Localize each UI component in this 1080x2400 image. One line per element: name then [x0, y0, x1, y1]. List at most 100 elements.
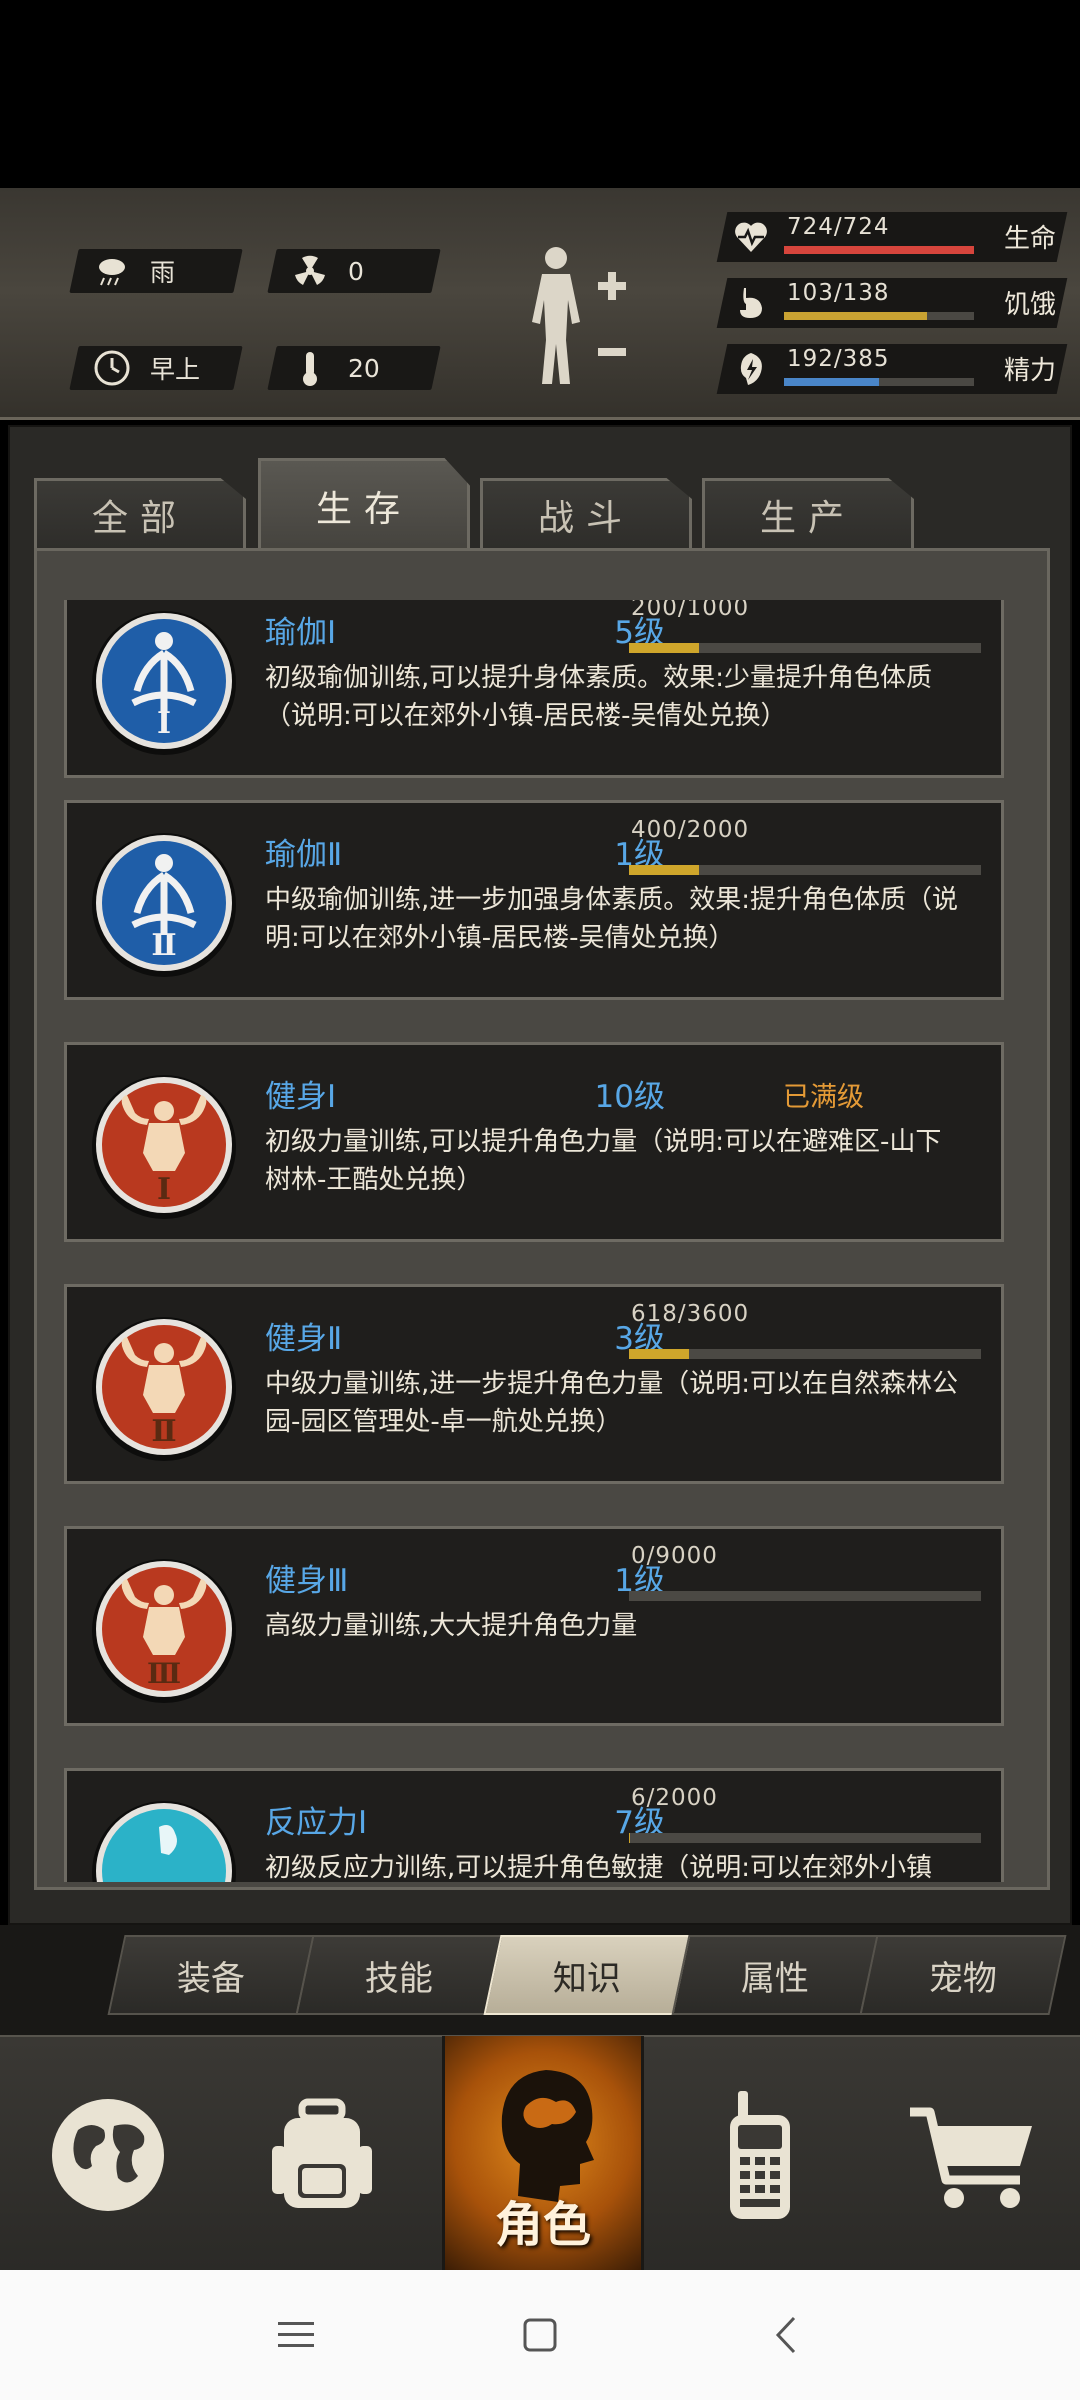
- health-bar: [784, 246, 974, 254]
- skill-description: 初级瑜伽训练,可以提升身体素质。效果:少量提升角色体质（说明:可以在郊外小镇-居…: [265, 663, 933, 731]
- skill-level: 10级: [594, 1079, 665, 1115]
- skill-description: 初级反应力训练,可以提升角色敏捷（说明:可以在郊外小镇: [265, 1853, 933, 1882]
- subtab-attributes-label: 属性: [741, 1958, 809, 1999]
- skill-xp-fill: [629, 865, 700, 875]
- health-bar-fill: [784, 246, 974, 254]
- tab-survival[interactable]: 生存: [258, 458, 470, 550]
- nav-radio-button[interactable]: [660, 2045, 860, 2265]
- hunger-bar: [784, 312, 974, 320]
- nav-character-label: 角色: [494, 2197, 591, 2253]
- hunger-value: 103/138: [787, 280, 890, 306]
- thermometer-icon: [290, 348, 330, 388]
- muscle-icon: Ⅱ: [89, 1309, 239, 1469]
- rain-icon: [92, 251, 132, 291]
- subtab-skills[interactable]: 技能: [295, 1935, 503, 2015]
- tab-production-label: 生产: [759, 497, 856, 539]
- stat-energy: 192/385 精力: [716, 344, 1068, 394]
- health-label: 生命: [1003, 224, 1056, 254]
- radiation-value: 0: [348, 256, 364, 286]
- weather-tag: 雨: [69, 249, 243, 293]
- body-figure-icon: [532, 247, 626, 384]
- time-value: 早上: [150, 355, 201, 384]
- skill-emblem-numeral: Ⅱ: [151, 928, 176, 963]
- hunger-label: 饥饿: [1003, 290, 1056, 320]
- subtab-knowledge[interactable]: 知识: [483, 1935, 691, 2015]
- skill-xp: 6/2000: [631, 1785, 718, 1811]
- skill-card[interactable]: 反应力Ⅰ 7级 6/2000 初级反应力训练,可以提升角色敏捷（说明:可以在郊外…: [64, 1768, 1004, 1882]
- tab-all[interactable]: 全部: [34, 478, 246, 548]
- clock-icon: [92, 348, 132, 388]
- skill-card[interactable]: Ⅱ 瑜伽Ⅱ 1级 400/2000 中级瑜伽训练,进一步加强身体素质。效果:提升…: [64, 800, 1004, 1000]
- subtab-knowledge-label: 知识: [553, 1958, 621, 1999]
- skill-xp: 200/1000: [631, 600, 750, 621]
- skill-emblem-numeral: Ⅰ: [157, 1172, 171, 1207]
- muscle-icon: Ⅲ: [89, 1551, 239, 1711]
- tab-combat[interactable]: 战斗: [480, 478, 692, 548]
- skill-name: 瑜伽Ⅱ: [265, 837, 343, 873]
- energy-value: 192/385: [787, 346, 890, 372]
- max-level-label: 已满级: [783, 1082, 864, 1113]
- globe-icon: [52, 2099, 164, 2211]
- skill-card[interactable]: Ⅲ 健身Ⅲ 1级 0/9000 高级力量训练,大大提升角色力量: [64, 1526, 1004, 1726]
- yoga-icon: Ⅱ: [89, 825, 239, 985]
- hunger-bar-fill: [784, 312, 927, 320]
- back-button[interactable]: [758, 2310, 818, 2360]
- yoga-icon: Ⅰ: [89, 603, 239, 763]
- stat-health: 724/724 生命: [716, 212, 1068, 262]
- stat-hunger: 103/138 饥饿: [716, 278, 1068, 328]
- nav-world-button[interactable]: [8, 2045, 208, 2265]
- health-value: 724/724: [787, 214, 890, 240]
- skill-xp-fill: [629, 643, 700, 653]
- energy-label: 精力: [1003, 356, 1056, 386]
- back-icon: [775, 2316, 796, 2354]
- subtab-equipment-label: 装备: [177, 1958, 245, 1999]
- tab-all-label: 全部: [91, 497, 188, 539]
- tab-combat-label: 战斗: [537, 497, 634, 539]
- skill-xp-fill: [629, 1349, 689, 1359]
- menu-icon: [278, 2322, 314, 2347]
- energy-icon: [732, 350, 770, 388]
- skill-name: 健身Ⅱ: [265, 1321, 343, 1357]
- heart-pulse-icon: [732, 218, 770, 256]
- skill-name: 反应力Ⅰ: [265, 1805, 368, 1841]
- skill-xp: 0/9000: [631, 1543, 718, 1569]
- backpack-icon: [272, 2098, 372, 2208]
- skill-xp-bar: [629, 1349, 981, 1359]
- skill-name: 健身Ⅰ: [265, 1079, 337, 1115]
- skill-emblem-numeral: Ⅲ: [147, 1657, 181, 1690]
- home-icon: [523, 2318, 557, 2352]
- skill-card[interactable]: Ⅱ 健身Ⅱ 3级 618/3600 中级力量训练,进一步提升角色力量（说明:可以…: [64, 1284, 1004, 1484]
- skill-emblem-numeral: Ⅰ: [157, 706, 171, 741]
- skill-description: 中级瑜伽训练,进一步加强身体素质。效果:提升角色体质（说明:可以在郊外小镇-居民…: [265, 885, 959, 953]
- skill-card[interactable]: Ⅰ 瑜伽Ⅰ 5级 200/1000 初级瑜伽训练,可以提升身体素质。效果:少量提…: [64, 600, 1004, 778]
- home-button[interactable]: [510, 2310, 570, 2360]
- skill-xp-bar: [629, 1591, 981, 1601]
- skill-description: 高级力量训练,大大提升角色力量: [265, 1611, 638, 1641]
- skill-card[interactable]: Ⅰ 健身Ⅰ 10级 已满级 初级力量训练,可以提升角色力量（说明:可以在避难区-…: [64, 1042, 1004, 1242]
- skill-list[interactable]: Ⅰ 瑜伽Ⅰ 5级 200/1000 初级瑜伽训练,可以提升身体素质。效果:少量提…: [64, 600, 1010, 1882]
- subtab-pets[interactable]: 宠物: [859, 1935, 1067, 2015]
- skill-xp-bar: [629, 643, 981, 653]
- body-status-button[interactable]: [522, 244, 632, 392]
- nav-shop-button[interactable]: [872, 2045, 1072, 2265]
- menu-button[interactable]: [266, 2310, 326, 2360]
- stomach-icon: [732, 284, 770, 322]
- skill-name: 健身Ⅲ: [265, 1563, 349, 1599]
- weather-value: 雨: [150, 258, 176, 287]
- subtab-equipment[interactable]: 装备: [107, 1935, 315, 2015]
- skill-xp-bar: [629, 865, 981, 875]
- temperature-tag: 20: [267, 346, 441, 390]
- subtab-attributes[interactable]: 属性: [671, 1935, 879, 2015]
- temperature-value: 20: [348, 353, 380, 383]
- radio-icon: [730, 2091, 790, 2219]
- energy-bar-fill: [784, 378, 879, 386]
- radiation-tag: 0: [267, 249, 441, 293]
- skill-name: 瑜伽Ⅰ: [265, 615, 337, 651]
- subtab-pets-label: 宠物: [929, 1958, 997, 1999]
- skill-xp-fill: [629, 1833, 631, 1843]
- tab-production[interactable]: 生产: [702, 478, 914, 548]
- skill-xp: 618/3600: [631, 1301, 750, 1327]
- nav-backpack-button[interactable]: [222, 2045, 422, 2265]
- reflex-icon: [89, 1793, 239, 1882]
- skill-description: 初级力量训练,可以提升角色力量（说明:可以在避难区-山下树林-王酷处兑换）: [265, 1127, 942, 1195]
